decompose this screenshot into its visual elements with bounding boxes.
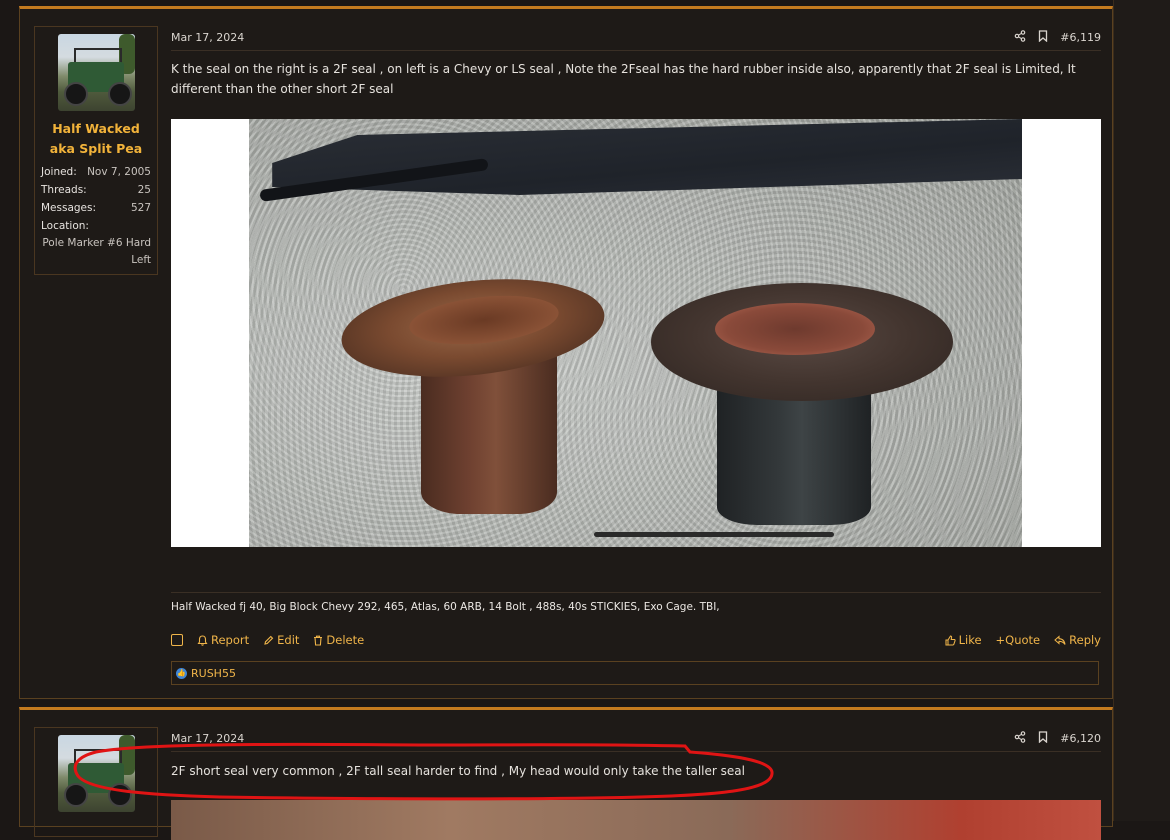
quote-label: +Quote [995,633,1041,647]
delete-button[interactable]: Delete [313,633,364,647]
avatar[interactable] [57,735,135,812]
avatar[interactable] [57,34,135,111]
quote-button[interactable]: +Quote [996,633,1041,647]
right-rail [1113,0,1170,821]
thumbs-up-icon [945,634,956,646]
post-6119: Half Wacked aka Split Pea Joined: Nov 7, … [19,6,1113,699]
trash-icon [314,635,323,646]
stat-value-location: Pole Marker #6 Hard Left [42,237,151,266]
stat-label-threads: Threads: [41,184,87,196]
message-header: Mar 17, 2024 #6,119 [171,24,1101,51]
share-icon[interactable] [1014,29,1026,45]
stat-label-location: Location: [41,220,89,232]
edit-button[interactable]: Edit [263,633,299,647]
report-label: Report [211,633,250,647]
user-info: Half Wacked aka Split Pea Joined: Nov 7, … [34,26,158,275]
post-number[interactable]: #6,120 [1060,732,1101,745]
post-number[interactable]: #6,119 [1060,31,1101,44]
stat-value-threads[interactable]: 25 [138,181,151,199]
message-header: Mar 17, 2024 #6,120 [171,725,1101,752]
attached-photo[interactable] [171,119,1101,547]
reaction-user[interactable]: RUSH55 [191,667,236,680]
reactions-bar: 👍 RUSH55 [171,661,1099,685]
reply-icon [1054,634,1066,645]
bookmark-icon[interactable] [1038,29,1048,45]
reply-label: Reply [1069,633,1101,647]
photo-scroll-indicator [594,532,834,537]
stat-label-joined: Joined: [41,166,77,178]
pencil-icon [264,635,274,645]
signature-divider [171,592,1101,593]
signature: Half Wacked fj 40, Big Block Chevy 292, … [171,601,720,613]
bookmark-icon[interactable] [1038,730,1048,746]
attached-photo[interactable] [171,800,1101,840]
post-actions: Report Edit Delete Like +Quote Reply [171,629,1101,651]
edit-label: Edit [277,633,300,647]
reply-button[interactable]: Reply [1054,633,1101,647]
message-body: 2F short seal very common , 2F tall seal… [171,764,745,778]
post-date[interactable]: Mar 17, 2024 [171,732,244,745]
share-icon[interactable] [1014,730,1026,746]
username[interactable]: Half Wacked aka Split Pea [41,119,151,159]
post-date[interactable]: Mar 17, 2024 [171,31,244,44]
message-body: K the seal on the right is a 2F seal , o… [171,62,1076,96]
like-label: Like [958,633,982,647]
like-button[interactable]: Like [945,633,982,647]
delete-label: Delete [326,633,365,647]
report-button[interactable]: Report [197,633,249,647]
stat-value-messages[interactable]: 527 [131,199,151,217]
stat-value-joined: Nov 7, 2005 [87,166,151,178]
seals-photo [249,119,1022,547]
bell-icon [197,634,208,646]
user-stats: Joined: Nov 7, 2005 Threads: 25 Messages: 5… [41,163,151,269]
like-reaction-icon: 👍 [176,667,187,679]
post-6120: Mar 17, 2024 #6,120 2F short seal very c… [19,707,1113,840]
stat-label-messages: Messages: [41,202,97,214]
select-checkbox[interactable] [171,634,183,646]
